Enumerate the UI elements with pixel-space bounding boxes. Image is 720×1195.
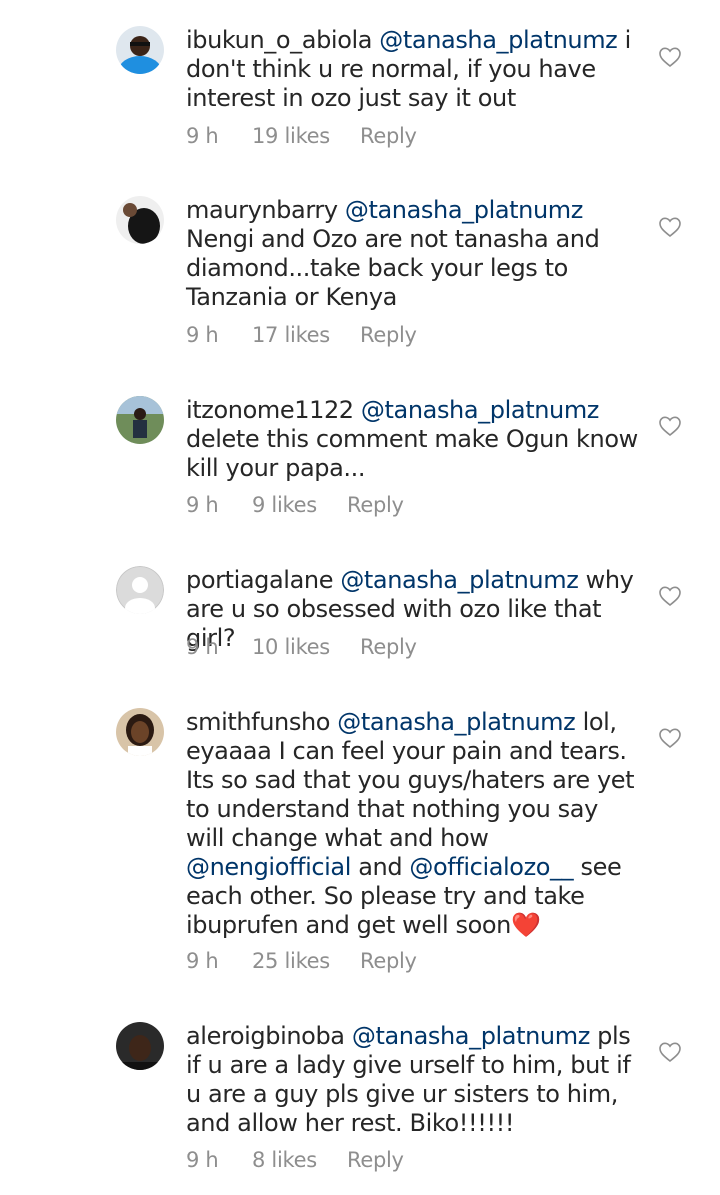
comment-text: smithfunsho @tanasha_platnumz lol, eyaaa… [186,708,641,940]
comment-time: 9 h [186,323,219,347]
comment-likes[interactable]: 17 likes [252,323,330,347]
like-heart-icon[interactable] [658,215,682,239]
comment-username[interactable]: aleroigbinoba [186,1022,345,1050]
comment-text: itzonome1122 @tanasha_platnumz delete th… [186,396,641,483]
avatar[interactable] [116,26,164,74]
like-heart-icon[interactable] [658,1040,682,1064]
comment-username[interactable]: ibukun_o_abiola [186,26,372,54]
comment-likes[interactable]: 10 likes [252,635,330,659]
like-heart-icon[interactable] [658,414,682,438]
mention-link[interactable]: @tanasha_platnumz [361,396,599,424]
comment-likes[interactable]: 8 likes [252,1148,317,1172]
comment-username[interactable]: portiagalane [186,566,333,594]
reply-button[interactable]: Reply [347,493,404,517]
avatar[interactable] [116,396,164,444]
avatar[interactable] [116,196,164,244]
reply-button[interactable]: Reply [360,124,417,148]
avatar[interactable] [116,1022,164,1070]
reply-button[interactable]: Reply [360,635,417,659]
comment-username[interactable]: smithfunsho [186,708,330,736]
comment-time: 9 h [186,493,219,517]
reply-button[interactable]: Reply [360,949,417,973]
default-avatar[interactable] [116,566,164,614]
like-heart-icon[interactable] [658,45,682,69]
comment-time: 9 h [186,124,219,148]
comment-time: 9 h [186,635,219,659]
comment-message: and [358,853,403,881]
reply-button[interactable]: Reply [347,1148,404,1172]
mention-link[interactable]: @nengiofficial [186,853,351,881]
comment-message: delete this comment make Ogun know kill … [186,425,638,482]
mention-link[interactable]: @tanasha_platnumz [352,1022,590,1050]
like-heart-icon[interactable] [658,726,682,750]
comment-time: 9 h [186,949,219,973]
avatar[interactable] [116,708,164,756]
mention-link[interactable]: @tanasha_platnumz [337,708,575,736]
comment-likes[interactable]: 19 likes [252,124,330,148]
comment-message: Nengi and Ozo are not tanasha and diamon… [186,225,600,311]
mention-link[interactable]: @tanasha_platnumz [340,566,578,594]
comment-username[interactable]: maurynbarry [186,196,338,224]
comment-likes[interactable]: 9 likes [252,493,317,517]
comment-text: maurynbarry @tanasha_platnumz Nengi and … [186,196,641,312]
comment-text: aleroigbinoba @tanasha_platnumz pls if u… [186,1022,641,1138]
mention-link[interactable]: @tanasha_platnumz [345,196,583,224]
like-heart-icon[interactable] [658,584,682,608]
comment-time: 9 h [186,1148,219,1172]
comment-likes[interactable]: 25 likes [252,949,330,973]
reply-button[interactable]: Reply [360,323,417,347]
comment-text: ibukun_o_abiola @tanasha_platnumz i don'… [186,26,641,113]
comment-username[interactable]: itzonome1122 [186,396,354,424]
mention-link[interactable]: @tanasha_platnumz [379,26,617,54]
red-heart-emoji: ❤️ [510,911,541,939]
mention-link[interactable]: @officialozo__ [409,853,573,881]
